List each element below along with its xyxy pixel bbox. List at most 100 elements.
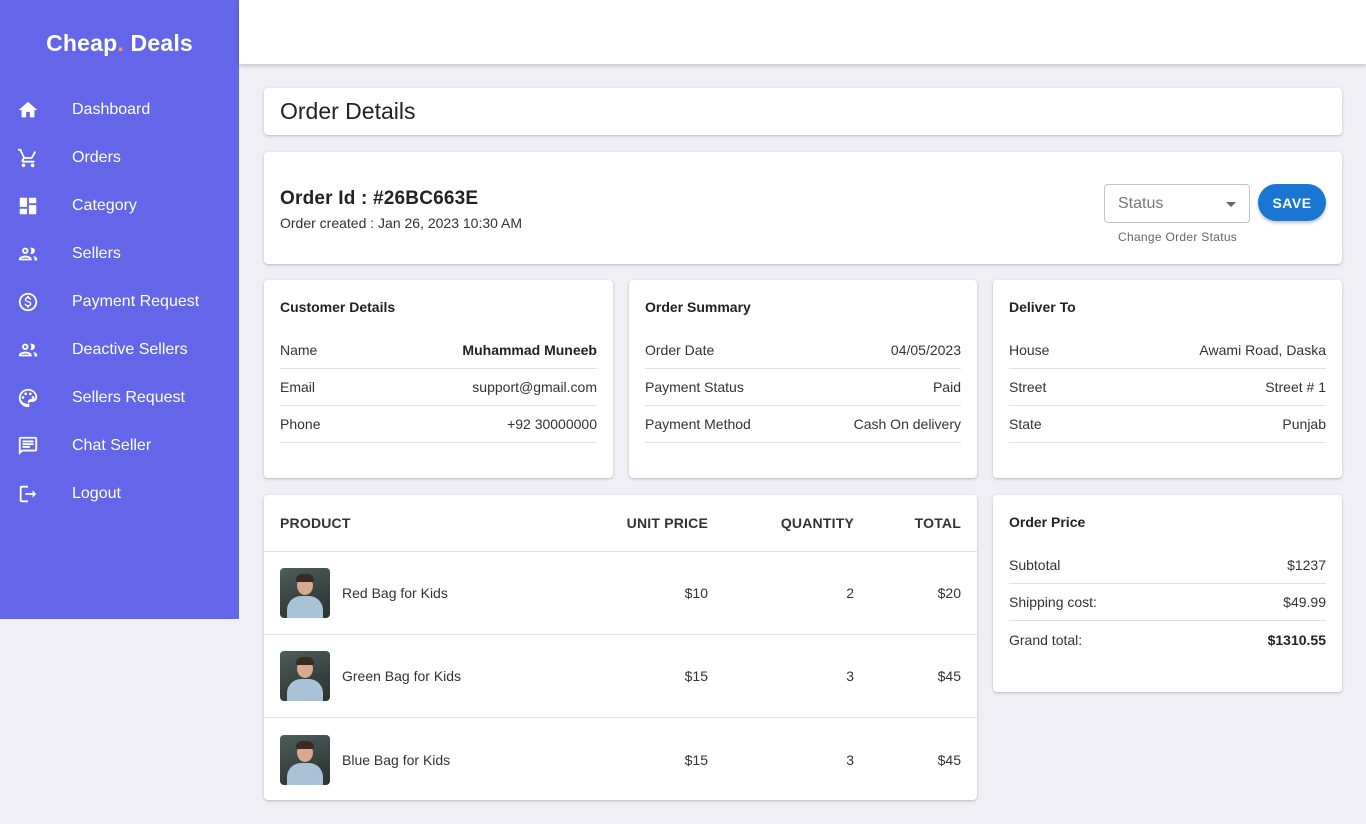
sidebar-item-payment-request[interactable]: Payment Request [0, 278, 239, 326]
detail-row-payment-method: Payment Method Cash On delivery [645, 406, 961, 443]
card-title: Order Price [1009, 514, 1086, 530]
price-value: $49.99 [1283, 594, 1326, 610]
sidebar-item-label: Category [72, 197, 137, 214]
cart-icon [17, 147, 39, 169]
detail-row-order-date: Order Date 04/05/2023 [645, 332, 961, 369]
detail-value: Punjab [1282, 416, 1326, 432]
column-header-total: TOTAL [914, 515, 961, 531]
sidebar-item-label: Deactive Sellers [72, 341, 188, 358]
product-name: Blue Bag for Kids [342, 751, 451, 768]
top-app-bar [239, 0, 1366, 64]
product-name: Green Bag for Kids [342, 668, 462, 684]
product-cell: Blue Bag for Kids [264, 734, 594, 785]
page-title: Order Details [280, 98, 416, 124]
detail-row-name: Name Muhammad Muneeb [280, 332, 597, 369]
price-label: Subtotal [1009, 557, 1061, 573]
order-summary-list: Order Date 04/05/2023 Payment Status Pai… [645, 332, 961, 443]
total-cell: $45 [937, 751, 961, 768]
sidebar-item-dashboard[interactable]: Dashboard [0, 86, 239, 134]
card-title: Deliver To [1009, 299, 1076, 315]
chat-icon [17, 435, 39, 457]
sidebar-item-logout[interactable]: Logout [0, 470, 239, 518]
detail-label: Street [1009, 379, 1047, 395]
detail-value: Street # 1 [1265, 379, 1326, 395]
price-value: $1237 [1287, 557, 1326, 573]
dollar-circle-icon [17, 291, 39, 313]
palette-icon [17, 387, 39, 409]
detail-value: Cash On delivery [853, 416, 961, 432]
home-icon [17, 99, 39, 121]
chevron-down-icon [1226, 202, 1236, 207]
price-row-subtotal: Subtotal $1237 [1009, 547, 1326, 584]
card-title: Customer Details [280, 299, 396, 315]
sidebar-item-deactive-sellers[interactable]: Deactive Sellers [0, 326, 239, 374]
table-row: Blue Bag for Kids $15 3 $45 [264, 718, 977, 801]
status-select-value: Status [1118, 194, 1164, 212]
dashboard-grid-icon [17, 195, 39, 217]
sidebar-item-category[interactable]: Category [0, 182, 239, 230]
quantity-cell: 3 [846, 668, 854, 684]
table-header: PRODUCT UNIT PRICE QUANTITY TOTAL [264, 495, 977, 552]
card-title: Order Summary [645, 299, 751, 315]
order-created-date: Order created : Jan 26, 2023 10:30 AM [280, 215, 523, 231]
price-label: Shipping cost: [1009, 594, 1097, 610]
product-cell: Red Bag for Kids [264, 568, 594, 618]
sidebar-item-label: Sellers [72, 245, 121, 262]
order-price-card: Order Price Subtotal $1237 Shipping cost… [993, 495, 1342, 692]
product-name: Red Bag for Kids [342, 585, 448, 601]
unit-price-cell: $10 [684, 585, 708, 601]
detail-row-house: House Awami Road, Daska [1009, 332, 1326, 369]
sidebar-item-chat-seller[interactable]: Chat Seller [0, 422, 239, 470]
price-value: $1310.55 [1267, 631, 1326, 648]
products-table: PRODUCT UNIT PRICE QUANTITY TOTAL Red Ba… [264, 495, 977, 800]
detail-label: Payment Status [645, 379, 744, 395]
detail-value: support@gmail.com [472, 379, 597, 395]
detail-label: Phone [280, 416, 321, 432]
unit-price-cell: $15 [684, 751, 708, 768]
sidebar-item-label: Orders [72, 149, 121, 166]
detail-label: Payment Method [645, 416, 751, 432]
detail-value: 04/05/2023 [890, 342, 961, 358]
order-summary-card: Order Summary Order Date 04/05/2023 Paym… [629, 280, 977, 478]
sidebar-item-label: Logout [72, 485, 121, 502]
detail-label: Email [280, 379, 316, 395]
deliver-to-card: Deliver To House Awami Road, Daska Stree… [993, 280, 1342, 478]
product-thumbnail [280, 568, 330, 618]
detail-row-phone: Phone +92 30000000 [280, 406, 597, 443]
sidebar-item-label: Chat Seller [72, 437, 152, 454]
order-header-card: Order Id : #26BC663E Order created : Jan… [264, 152, 1342, 264]
sidebar: Cheap. Deals Dashboard Orders Category S… [0, 0, 239, 619]
detail-value: Muhammad Muneeb [462, 342, 597, 358]
total-cell: $20 [937, 585, 961, 601]
people-icon [17, 243, 39, 265]
sidebar-item-sellers[interactable]: Sellers [0, 230, 239, 278]
table-row: Red Bag for Kids $10 2 $20 [264, 552, 977, 635]
status-helper-text: Change Order Status [1118, 230, 1238, 244]
people-icon [17, 339, 39, 361]
detail-row-payment-status: Payment Status Paid [645, 369, 961, 406]
price-label: Grand total: [1009, 631, 1083, 648]
sidebar-item-orders[interactable]: Orders [0, 134, 239, 182]
price-row-grand-total: Grand total: $1310.55 [1009, 621, 1326, 658]
order-price-list: Subtotal $1237 Shipping cost: $49.99 Gra… [1009, 547, 1326, 658]
detail-row-street: Street Street # 1 [1009, 369, 1326, 406]
page-title-card: Order Details [264, 88, 1342, 135]
column-header-quantity: QUANTITY [780, 515, 854, 531]
unit-price-cell: $15 [684, 668, 708, 684]
order-id: Order Id : #26BC663E [280, 188, 479, 209]
quantity-cell: 3 [846, 751, 854, 768]
total-cell: $45 [937, 668, 961, 684]
save-button[interactable]: SAVE [1258, 184, 1326, 221]
column-header-product: PRODUCT [280, 515, 351, 531]
sidebar-item-label: Sellers Request [72, 389, 185, 406]
sidebar-item-sellers-request[interactable]: Sellers Request [0, 374, 239, 422]
deliver-to-list: House Awami Road, Daska Street Street # … [1009, 332, 1326, 443]
customer-details-list: Name Muhammad Muneeb Email support@gmail… [280, 332, 597, 443]
quantity-cell: 2 [846, 585, 854, 601]
brand-logo[interactable]: Cheap. Deals [0, 0, 239, 86]
detail-label: State [1009, 416, 1042, 432]
detail-label: Name [280, 342, 318, 358]
status-select[interactable]: Status [1104, 184, 1250, 223]
product-thumbnail [280, 734, 330, 785]
detail-value: +92 30000000 [507, 416, 597, 432]
